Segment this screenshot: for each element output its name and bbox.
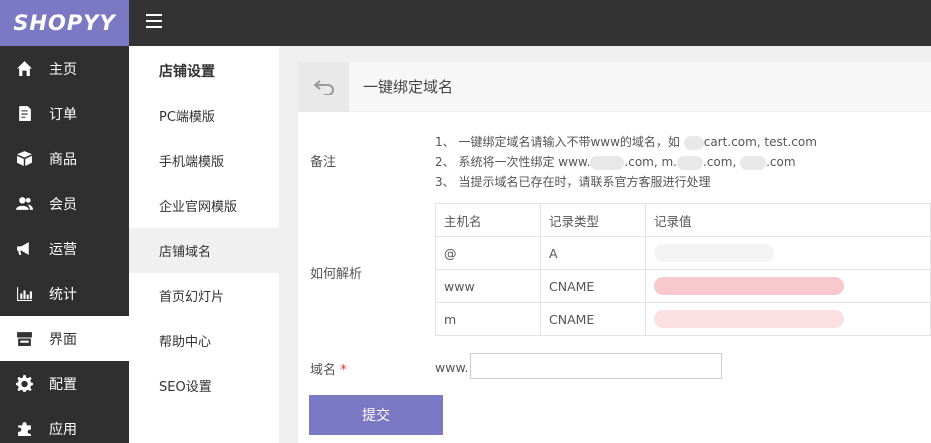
main-sidebar: 主页 订单 商品 会员 运营 统计 界面 配置 应用: [0, 46, 129, 443]
submit-button[interactable]: 提交: [309, 395, 443, 435]
sidebar-item-label: 会员: [49, 196, 77, 213]
menu-toggle-icon[interactable]: [146, 14, 162, 28]
note-line-2-mid: .com, m.: [624, 155, 677, 169]
subnav-item-pc-template[interactable]: PC端模版: [129, 93, 279, 138]
cell-type: CNAME: [540, 269, 646, 303]
sidebar-item-orders[interactable]: 订单: [0, 91, 129, 136]
table-header-row: 主机名 记录类型 记录值: [435, 203, 931, 237]
note-line-2-end: .com: [766, 155, 796, 169]
cell-host: m: [435, 302, 541, 336]
home-icon: [16, 60, 33, 77]
table-row: www CNAME: [435, 269, 931, 303]
col-header-host: 主机名: [435, 203, 541, 237]
note-line-1: 1、 一键绑定域名请输入不带www的域名，如: [435, 135, 680, 149]
redacted-mask: [683, 135, 704, 150]
back-button[interactable]: [298, 61, 349, 112]
sidebar-item-products[interactable]: 商品: [0, 136, 129, 181]
cell-value-redacted: [645, 269, 931, 303]
box-icon: [16, 150, 33, 167]
redacted-mask: [740, 155, 767, 170]
cell-type: CNAME: [540, 302, 646, 336]
cell-host: @: [435, 236, 541, 270]
note-line-2: 2、 系统将一次性绑定 www.: [435, 155, 591, 169]
cell-host: www: [435, 269, 541, 303]
note-line-2-mid2: .com,: [703, 155, 737, 169]
sidebar-item-label: 主页: [49, 61, 77, 78]
logo[interactable]: SHOPYY: [0, 0, 129, 46]
sidebar-item-label: 配置: [49, 376, 77, 393]
required-mark: *: [340, 363, 347, 378]
table-row: @ A: [435, 236, 931, 270]
sidebar-item-label: 运营: [49, 241, 77, 258]
sidebar-item-members[interactable]: 会员: [0, 181, 129, 226]
sidebar-item-marketing[interactable]: 运营: [0, 226, 129, 271]
sidebar-item-interface[interactable]: 界面: [0, 316, 129, 361]
subnav-item-help-center[interactable]: 帮助中心: [129, 318, 279, 363]
sidebar-item-label: 界面: [49, 331, 77, 348]
users-icon: [16, 195, 33, 212]
sidebar-item-label: 统计: [49, 286, 77, 303]
note-line-3: 3、 当提示域名已存在时，请联系官方客服进行处理: [435, 175, 711, 189]
subnav-item-home-slides[interactable]: 首页幻灯片: [129, 273, 279, 318]
sub-navigation: 店铺设置 PC端模版 手机端模版 企业官网模版 店铺域名 首页幻灯片 帮助中心 …: [129, 46, 279, 443]
cell-value-redacted: [645, 236, 931, 270]
gear-icon: [16, 375, 33, 392]
sidebar-item-apps[interactable]: 应用: [0, 406, 129, 443]
notes-label: 备注: [310, 155, 337, 170]
subnav-item-store-domain[interactable]: 店铺域名: [129, 228, 279, 273]
domain-prefix: www.: [435, 360, 469, 375]
sidebar-item-label: 应用: [49, 421, 77, 438]
redacted-mask: [654, 277, 844, 295]
panel-title: 一键绑定域名: [363, 78, 454, 96]
back-arrow-icon: [312, 79, 334, 95]
subnav-heading: 店铺设置: [159, 63, 215, 80]
puzzle-icon: [16, 420, 33, 437]
megaphone-icon: [16, 240, 33, 257]
subnav-item-seo-settings[interactable]: SEO设置: [129, 363, 279, 408]
cell-type: A: [540, 236, 646, 270]
sidebar-item-stats[interactable]: 统计: [0, 271, 129, 316]
resolve-label: 如何解析: [310, 267, 363, 282]
redacted-mask: [677, 155, 703, 170]
sidebar-item-label: 商品: [49, 151, 77, 168]
subnav-item-corporate-template[interactable]: 企业官网模版: [129, 183, 279, 228]
order-icon: [16, 105, 33, 122]
dns-records-table: 主机名 记录类型 记录值 @ A www CNAME m CNAME: [435, 203, 931, 336]
table-row: m CNAME: [435, 302, 931, 336]
notes-text: 1、 一键绑定域名请输入不带www的域名，如 cart.com, test.co…: [435, 132, 817, 192]
col-header-value: 记录值: [645, 203, 931, 237]
top-bar: SHOPYY: [0, 0, 931, 46]
redacted-mask: [654, 310, 844, 328]
note-line-1-example: cart.com, test.com: [703, 135, 817, 149]
cell-value-redacted: [645, 302, 931, 336]
domain-label-text: 域名: [310, 363, 337, 378]
store-icon: [16, 330, 33, 347]
col-header-type: 记录类型: [540, 203, 646, 237]
redacted-mask: [590, 155, 625, 170]
domain-input[interactable]: [470, 353, 722, 379]
sidebar-item-home[interactable]: 主页: [0, 46, 129, 91]
panel-header: 一键绑定域名: [298, 61, 931, 112]
bar-chart-icon: [16, 285, 33, 302]
sidebar-item-label: 订单: [49, 106, 77, 123]
domain-binding-panel: 一键绑定域名 备注 1、 一键绑定域名请输入不带www的域名，如 cart.co…: [298, 61, 931, 443]
subnav-item-mobile-template[interactable]: 手机端模版: [129, 138, 279, 183]
sidebar-item-settings[interactable]: 配置: [0, 361, 129, 406]
domain-label: 域名 *: [310, 359, 347, 378]
redacted-mask: [654, 244, 774, 262]
